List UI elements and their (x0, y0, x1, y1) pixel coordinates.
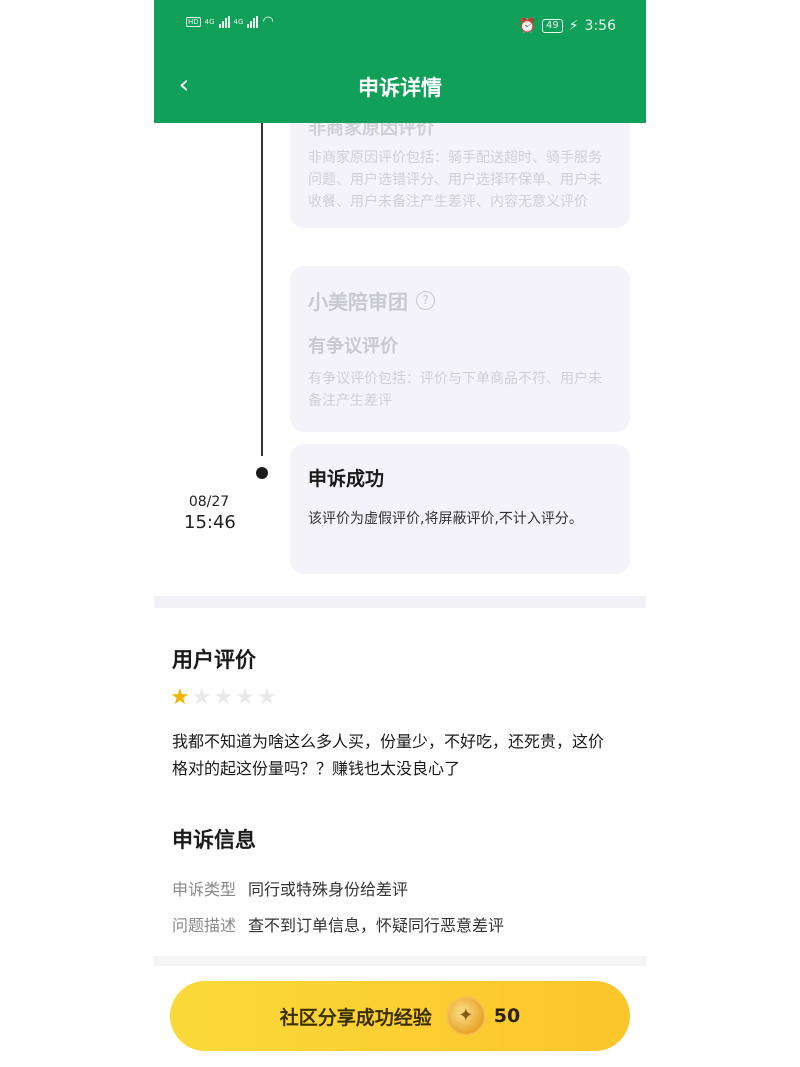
wifi-icon: ◠ (262, 14, 274, 29)
star-icon: ★ (256, 685, 277, 710)
status-left: HD 4G 4G ◠ (186, 14, 274, 29)
signal-icon (218, 15, 230, 28)
appeal-desc-label: 问题描述 (172, 916, 237, 935)
timeline-card-success: 申诉成功 该评价为虚假评价,将屏蔽评价,不计入评分。 (290, 444, 630, 574)
appeal-type-value: 同行或特殊身份给差评 (248, 880, 409, 899)
star-icon: ★ (170, 685, 190, 710)
timeline-date-time: 15:46 (184, 512, 236, 533)
section-divider (154, 596, 646, 608)
status-right: ⏰ 49 ⚡ 3:56 (519, 18, 616, 34)
user-review-title: 用户评价 (172, 648, 256, 672)
battery-level: 49 (541, 19, 563, 33)
card-title-text: 小美陪审团 (308, 290, 408, 314)
hd-badge: HD (186, 16, 201, 27)
charging-icon: ⚡ (568, 18, 579, 34)
status-bar: HD 4G 4G ◠ ⏰ 49 ⚡ 3:56 (154, 0, 646, 56)
coin-icon (445, 996, 486, 1036)
appeal-type-label: 申诉类型 (172, 880, 237, 899)
signal-label-1: 4G (204, 17, 215, 26)
appeal-desc-row: 问题描述 查不到订单信息，怀疑同行恶意差评 (172, 912, 504, 936)
clock: 3:56 (584, 18, 616, 34)
review-text: 我都不知道为啥这么多人买，份量少，不好吃，还死贵，这价格对的起这份量吗？？赚钱也… (172, 732, 605, 778)
card-title: 申诉成功 (308, 468, 385, 490)
timeline-dot (256, 467, 268, 479)
timeline-date: 08/27 15:46 (184, 494, 236, 533)
appeal-info-title: 申诉信息 (172, 828, 256, 852)
timeline-card-jury: 小美陪审团 ? 有争议评价 有争议评价包括：评价与下单商品不符、用户未备注产生差… (290, 266, 630, 432)
timeline-date-day: 08/27 (188, 494, 230, 510)
top-bar: HD 4G 4G ◠ ⏰ 49 ⚡ 3:56 ‹ 申诉详情 (154, 0, 646, 123)
signal-icon-2 (247, 15, 259, 28)
card-text: 非商家原因评价包括：骑手配送超时、骑手服务问题、用户选错评分、用户选择环保单、用… (308, 150, 602, 210)
rating-stars: ★ ★ ★ ★ ★ (170, 686, 277, 710)
appeal-desc-value: 查不到订单信息，怀疑同行恶意差评 (248, 916, 505, 935)
alarm-icon: ⏰ (518, 18, 536, 34)
star-icon: ★ (235, 685, 255, 710)
phone-screen: HD 4G 4G ◠ ⏰ 49 ⚡ 3:56 ‹ 申诉详情 非商家原因评价 非商… (154, 0, 646, 1067)
page-title: 申诉详情 (358, 76, 442, 100)
timeline-line (261, 123, 263, 456)
star-icon: ★ (213, 685, 234, 710)
card-subtitle: 有争议评价 (308, 336, 398, 357)
signal-label-2: 4G (233, 17, 244, 26)
share-experience-button[interactable]: 社区分享成功经验 50 (170, 981, 630, 1051)
section-divider (154, 956, 646, 966)
appeal-type-row: 申诉类型 同行或特殊身份给差评 (172, 876, 408, 900)
nav-header: ‹ 申诉详情 (154, 56, 646, 123)
card-title: 小美陪审团 ? (308, 286, 435, 315)
card-text: 该评价为虚假评价,将屏蔽评价,不计入评分。 (308, 511, 583, 527)
card-text: 有争议评价包括：评价与下单商品不符、用户未备注产生差评 (308, 371, 602, 409)
help-icon[interactable]: ? (416, 291, 435, 310)
star-icon: ★ (191, 685, 212, 710)
share-experience-label: 社区分享成功经验 (279, 1006, 432, 1029)
coin-count: 50 (493, 1005, 521, 1027)
